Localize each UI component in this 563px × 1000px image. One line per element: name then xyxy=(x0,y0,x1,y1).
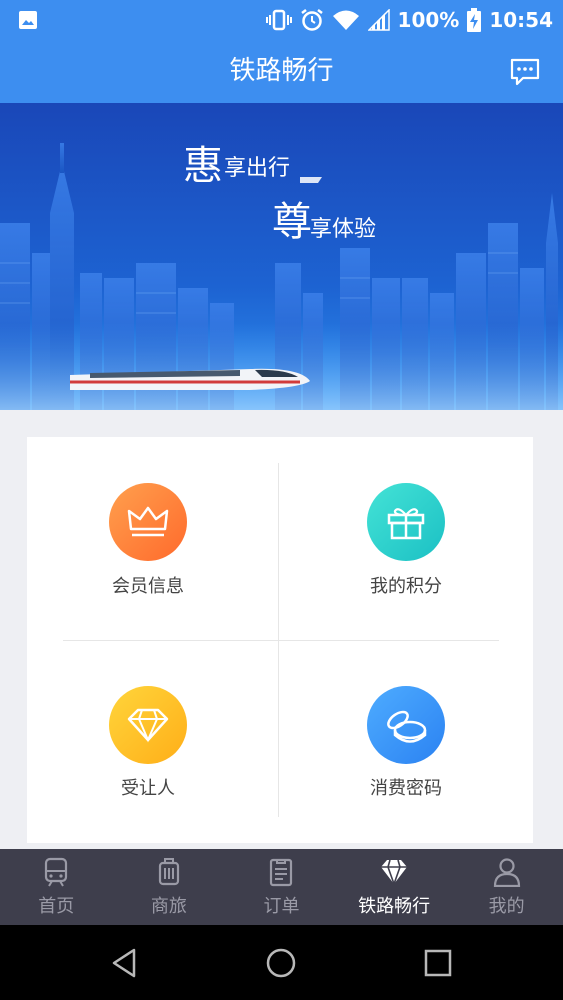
person-icon xyxy=(493,858,520,887)
member-info-tile[interactable]: 会员信息 xyxy=(27,437,267,637)
luggage-icon xyxy=(158,858,179,886)
wifi-icon xyxy=(332,10,359,30)
image-icon xyxy=(19,11,37,29)
tab-business-travel[interactable]: 商旅 xyxy=(113,849,226,925)
slogan-small-1: 享出行 xyxy=(224,156,290,181)
system-nav-bar xyxy=(0,925,563,1000)
slogan-big-1: 惠 xyxy=(183,143,223,189)
gift-icon xyxy=(367,483,445,561)
coins-icon xyxy=(367,686,445,764)
tab-label: 铁路畅行 xyxy=(358,896,431,917)
app-header: 铁路畅行 xyxy=(0,40,563,103)
vibrate-icon xyxy=(265,9,292,31)
slogan-small-2: 享体验 xyxy=(310,217,376,242)
page-title: 铁路畅行 xyxy=(229,56,334,86)
message-icon[interactable] xyxy=(509,56,541,88)
diamond-icon xyxy=(381,859,408,887)
clock: 10:54 xyxy=(489,8,553,32)
diamond-icon xyxy=(109,686,187,764)
tab-home[interactable]: 首页 xyxy=(0,849,113,925)
consumption-password-tile[interactable]: 消费密码 xyxy=(285,641,525,841)
battery-percent: 100% xyxy=(397,8,460,32)
my-points-tile[interactable]: 我的积分 xyxy=(285,437,525,637)
tab-mine[interactable]: 我的 xyxy=(450,849,563,925)
menu-item-label: 受让人 xyxy=(121,778,175,799)
home-icon[interactable] xyxy=(265,947,297,979)
back-icon[interactable] xyxy=(108,947,140,979)
banner-illustration: 惠 享出行 尊 享体验 xyxy=(0,103,563,410)
tab-label: 商旅 xyxy=(150,896,187,917)
tab-label: 首页 xyxy=(38,896,75,917)
recent-apps-icon[interactable] xyxy=(422,947,454,979)
promo-banner[interactable]: 惠 享出行 尊 享体验 xyxy=(0,103,563,410)
battery-charging-icon xyxy=(467,8,482,32)
tab-railway-pass[interactable]: 铁路畅行 xyxy=(338,849,451,925)
bottom-tab-bar: 首页 商旅 订单 铁路畅行 我的 xyxy=(0,849,563,925)
menu-item-label: 我的积分 xyxy=(370,576,442,597)
train-icon xyxy=(45,857,68,887)
slogan-big-2: 尊 xyxy=(272,199,312,245)
tab-orders[interactable]: 订单 xyxy=(225,849,338,925)
crown-icon xyxy=(109,483,187,561)
membership-menu-card: 会员信息 我的积分 受让人 消费密码 xyxy=(27,437,533,843)
clipboard-icon xyxy=(270,858,293,887)
alarm-icon xyxy=(300,9,323,31)
menu-item-label: 会员信息 xyxy=(112,576,184,597)
tab-label: 订单 xyxy=(263,896,300,917)
status-bar: 100% 10:54 xyxy=(0,0,563,40)
transferee-tile[interactable]: 受让人 xyxy=(27,641,267,841)
menu-item-label: 消费密码 xyxy=(370,778,442,799)
tab-label: 我的 xyxy=(488,896,525,917)
signal-icon xyxy=(367,9,390,31)
